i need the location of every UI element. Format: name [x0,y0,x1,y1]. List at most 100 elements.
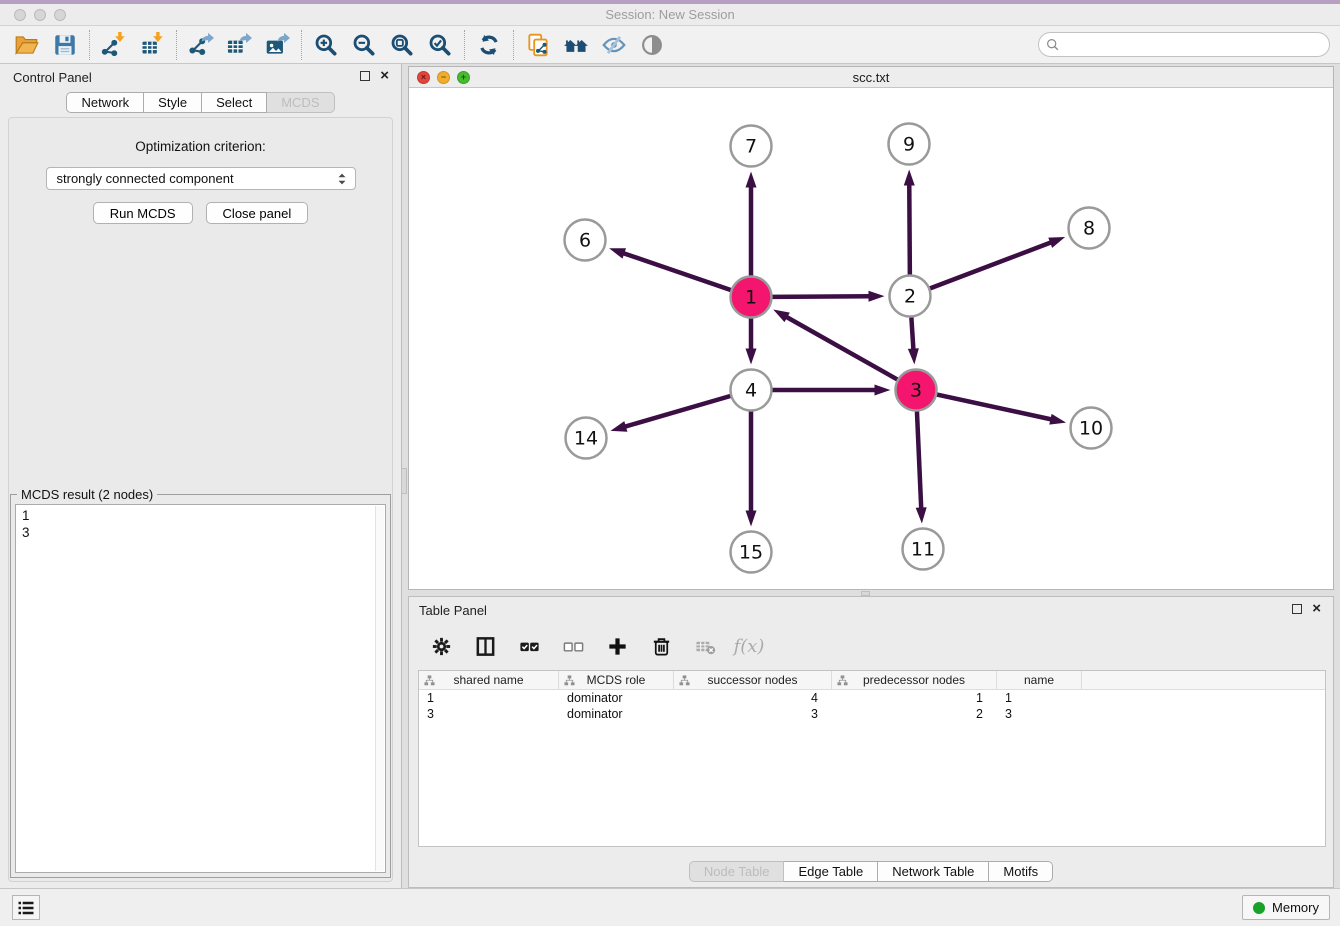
table-cell[interactable]: 4 [674,691,832,705]
graph-edge-1-7[interactable] [746,172,757,276]
table-cell[interactable]: 3 [997,707,1082,721]
table-cell[interactable]: 1 [419,691,559,705]
svg-text:2: 2 [904,286,916,308]
header-filler [1082,671,1325,689]
import-network-button[interactable] [97,29,131,61]
table-cell[interactable]: dominator [559,707,674,721]
eye-slash-button[interactable] [597,29,631,61]
mcds-result-text[interactable]: 1 3 [15,504,386,873]
control-tab-select[interactable]: Select [202,92,267,113]
neighbors-houses-icon [563,32,589,58]
column-header-shared-name[interactable]: shared name [419,671,559,689]
close-panel-icon[interactable]: × [380,71,389,81]
export-network-button[interactable] [184,29,218,61]
graph-edge-3-10[interactable] [937,395,1066,425]
table-tab-motifs[interactable]: Motifs [989,861,1053,882]
control-tab-mcds[interactable]: MCDS [267,92,334,113]
network-canvas[interactable]: 1 2 3 4 6 7 8 9 10 11 14 15 [409,88,1333,589]
column-header-successor-nodes[interactable]: successor nodes [674,671,832,689]
table-tabs: Node TableEdge TableNetwork TableMotifs [409,861,1333,882]
table-tab-network-table[interactable]: Network Table [878,861,989,882]
graph-edge-2-8[interactable] [930,237,1065,288]
graph-edge-1-2[interactable] [772,291,884,302]
apply-preferred-layout-button[interactable] [472,29,506,61]
table-tab-node-table[interactable]: Node Table [689,861,785,882]
neighbors-houses-button[interactable] [559,29,593,61]
save-session-icon [52,32,78,58]
export-image-button[interactable] [260,29,294,61]
search-input[interactable] [1060,35,1329,55]
task-history-button[interactable] [12,895,40,920]
graph-node-14[interactable]: 14 [566,418,607,459]
select-all-checks-button[interactable] [515,632,543,660]
graph-node-6[interactable]: 6 [565,220,606,261]
control-tab-network[interactable]: Network [66,92,144,113]
graph-edge-1-6[interactable] [609,248,731,290]
memory-button[interactable]: Memory [1242,895,1330,920]
graph-edge-2-3[interactable] [908,317,919,364]
contrast-circle-button[interactable] [635,29,669,61]
control-tab-style[interactable]: Style [144,92,202,113]
table-cell[interactable]: 1 [832,691,997,705]
graph-node-3[interactable]: 3 [896,370,937,411]
toolbar-separator [513,30,514,60]
column-layout-icon [474,635,497,658]
graph-edge-4-3[interactable] [773,385,891,396]
float-panel-icon[interactable] [360,71,370,81]
graph-node-1[interactable]: 1 [731,277,772,318]
graph-edge-4-15[interactable] [746,412,757,527]
deselect-all-checks-button[interactable] [559,632,587,660]
column-header-MCDS-role[interactable]: MCDS role [559,671,674,689]
zoom-fit-button[interactable] [385,29,419,61]
copy-network-button[interactable] [521,29,555,61]
graph-edge-4-14[interactable] [610,396,730,432]
column-header-name[interactable]: name [997,671,1082,689]
graph-node-10[interactable]: 10 [1071,408,1112,449]
open-session-button[interactable] [10,29,44,61]
graph-edge-3-11[interactable] [916,411,927,523]
column-layout-button[interactable] [471,632,499,660]
zoom-out-button[interactable] [347,29,381,61]
export-table-button[interactable] [222,29,256,61]
svg-text:11: 11 [911,539,935,561]
table-cell[interactable]: 2 [832,707,997,721]
import-table-button[interactable] [135,29,169,61]
run-mcds-button[interactable]: Run MCDS [93,202,193,224]
search-box[interactable] [1038,32,1330,57]
delete-trash-button[interactable] [647,632,675,660]
table-cell[interactable]: dominator [559,691,674,705]
close-panel-button[interactable]: Close panel [206,202,309,224]
graph-node-2[interactable]: 2 [890,276,931,317]
graph-node-8[interactable]: 8 [1069,208,1110,249]
network-window[interactable]: × − + scc.txt 1 2 3 4 6 7 8 9 10 11 14 15 [408,66,1334,590]
network-titlebar[interactable]: × − + scc.txt [409,67,1333,88]
table-cell[interactable]: 1 [997,691,1082,705]
save-session-button[interactable] [48,29,82,61]
graph-node-4[interactable]: 4 [731,370,772,411]
settings-gear-button[interactable] [427,632,455,660]
table-float-icon[interactable] [1292,604,1302,614]
graph-edge-2-9[interactable] [904,169,915,274]
result-scrollbar[interactable] [375,506,384,871]
table-tab-edge-table[interactable]: Edge Table [784,861,878,882]
table-cell[interactable]: 3 [419,707,559,721]
table-row[interactable]: 3dominator323 [419,706,1325,722]
criterion-select[interactable]: strongly connected component [46,167,356,190]
zoom-selected-button[interactable] [423,29,457,61]
node-table: shared nameMCDS rolesuccessor nodesprede… [418,670,1326,847]
graph-node-11[interactable]: 11 [903,529,944,570]
add-plus-button[interactable] [603,632,631,660]
table-close-icon[interactable]: × [1312,604,1321,614]
table-cell[interactable]: 3 [674,707,832,721]
graph-edge-3-1[interactable] [773,310,897,380]
zoom-in-button[interactable] [309,29,343,61]
graph-edge-1-4[interactable] [746,319,757,365]
graph-node-7[interactable]: 7 [731,126,772,167]
column-header-predecessor-nodes[interactable]: predecessor nodes [832,671,997,689]
vertical-splitter-grip[interactable] [401,468,407,494]
graph-node-9[interactable]: 9 [889,124,930,165]
memory-label: Memory [1272,900,1319,915]
app-titlebar[interactable]: Session: New Session [0,4,1340,26]
graph-node-15[interactable]: 15 [731,532,772,573]
table-row[interactable]: 1dominator411 [419,690,1325,706]
